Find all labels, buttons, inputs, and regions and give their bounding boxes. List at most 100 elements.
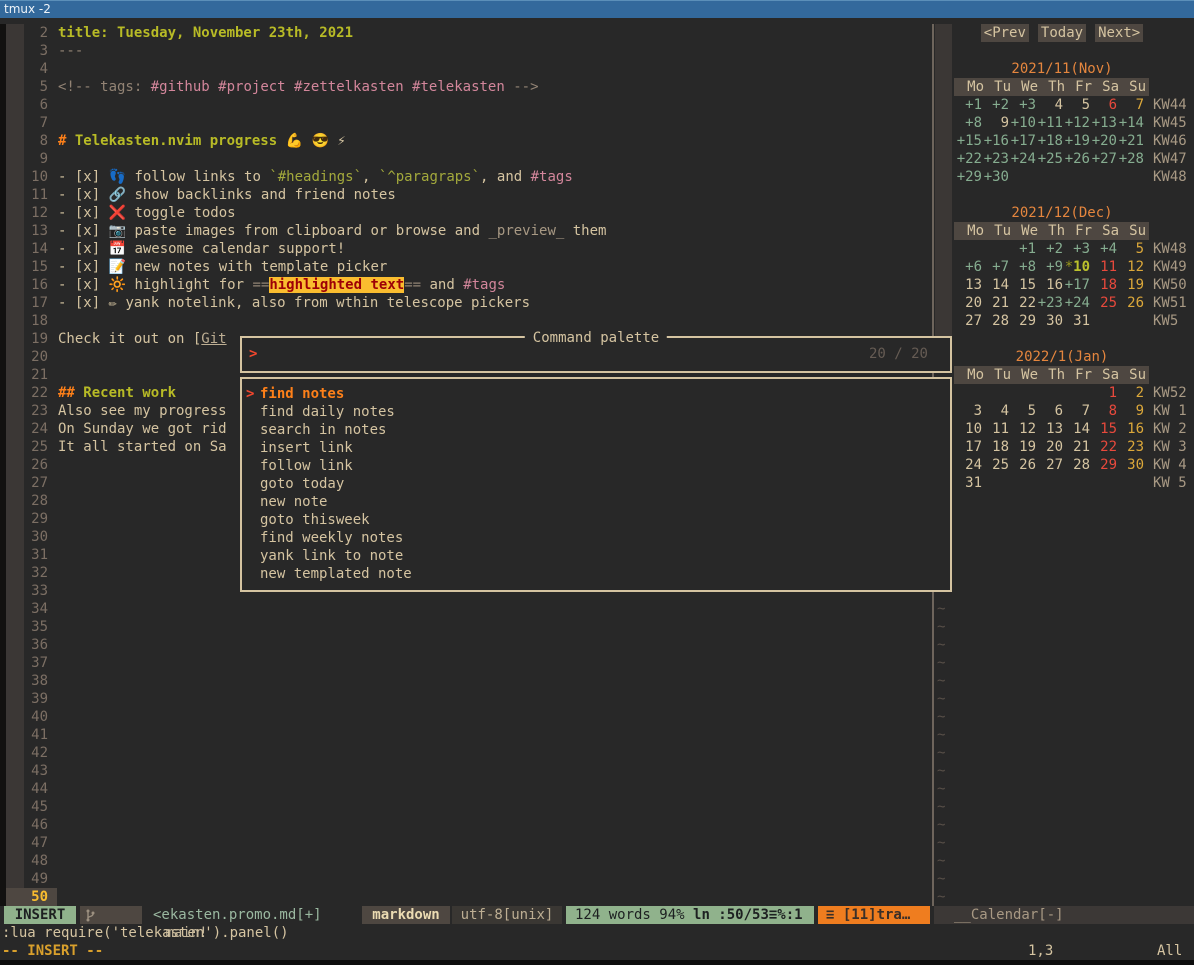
calendar-day[interactable]: 31 bbox=[1063, 312, 1090, 330]
editor-line[interactable]: 19Check it out on [Git bbox=[0, 330, 227, 348]
editor-line[interactable]: 3--- bbox=[0, 42, 83, 60]
calendar-day[interactable]: +23 bbox=[982, 150, 1009, 168]
editor-line[interactable]: 33 bbox=[0, 582, 58, 600]
palette-item[interactable]: >find notes bbox=[242, 385, 950, 403]
editor-line[interactable]: 17- [x] ✏ yank notelink, also from wthin… bbox=[0, 294, 530, 312]
calendar-day[interactable]: 15 bbox=[1090, 420, 1117, 438]
calendar-day[interactable]: 7 bbox=[1063, 402, 1090, 420]
calendar-day[interactable]: 30 bbox=[1036, 312, 1063, 330]
editor-line[interactable]: 39 bbox=[0, 690, 58, 708]
calendar-day[interactable]: +14 bbox=[1117, 114, 1144, 132]
palette-item[interactable]: new templated note bbox=[242, 565, 950, 583]
calendar-day[interactable]: 10 bbox=[955, 420, 982, 438]
calendar-day[interactable]: +15 bbox=[955, 132, 982, 150]
calendar-day[interactable]: 27 bbox=[1036, 456, 1063, 474]
calendar-day[interactable]: +18 bbox=[1036, 132, 1063, 150]
calendar-day[interactable]: 6 bbox=[1036, 402, 1063, 420]
editor-line[interactable]: 26 bbox=[0, 456, 58, 474]
calendar-day[interactable]: 29 bbox=[1090, 456, 1117, 474]
editor-line[interactable]: 6 bbox=[0, 96, 58, 114]
editor-line[interactable]: 34 bbox=[0, 600, 58, 618]
calendar-day[interactable]: 23 bbox=[1117, 438, 1144, 456]
calendar-day[interactable]: 6 bbox=[1090, 96, 1117, 114]
editor-line[interactable]: 18 bbox=[0, 312, 58, 330]
calendar-day[interactable]: 25 bbox=[982, 456, 1009, 474]
calendar-day[interactable]: +17 bbox=[1063, 276, 1090, 294]
palette-item[interactable]: goto thisweek bbox=[242, 511, 950, 529]
command-palette-results[interactable]: >find notesfind daily notessearch in not… bbox=[240, 377, 952, 592]
editor-line[interactable]: 50 bbox=[0, 888, 58, 906]
editor-line[interactable]: 10- [x] 👣 follow links to `#headings`, `… bbox=[0, 168, 573, 186]
editor-line[interactable]: 42 bbox=[0, 744, 58, 762]
palette-item[interactable]: yank link to note bbox=[242, 547, 950, 565]
editor-line[interactable]: 22## Recent work bbox=[0, 384, 176, 402]
calendar-day[interactable]: +22 bbox=[955, 150, 982, 168]
calendar-day[interactable]: 30 bbox=[1117, 456, 1144, 474]
editor-line[interactable]: 7 bbox=[0, 114, 58, 132]
calendar-day[interactable]: 9 bbox=[1117, 402, 1144, 420]
calendar-day[interactable]: 22 bbox=[1009, 294, 1036, 312]
calendar-day[interactable]: 5 bbox=[1009, 402, 1036, 420]
calendar-day[interactable]: 24 bbox=[955, 456, 982, 474]
editor-line[interactable]: 23Also see my progress bbox=[0, 402, 227, 420]
palette-item[interactable]: find weekly notes bbox=[242, 529, 950, 547]
calendar-day[interactable]: +2 bbox=[982, 96, 1009, 114]
calendar-day[interactable]: +4 bbox=[1090, 240, 1117, 258]
calendar-day[interactable]: +20 bbox=[1090, 132, 1117, 150]
calendar-day[interactable]: +26 bbox=[1063, 150, 1090, 168]
palette-item[interactable]: new note bbox=[242, 493, 950, 511]
editor-line[interactable]: 11- [x] 🔗 show backlinks and friend note… bbox=[0, 186, 396, 204]
calendar-day[interactable]: +8 bbox=[955, 114, 982, 132]
calendar-day[interactable]: 28 bbox=[982, 312, 1009, 330]
calendar-day[interactable]: 17 bbox=[955, 438, 982, 456]
editor-line[interactable]: 25It all started on Sa bbox=[0, 438, 227, 456]
editor-line[interactable]: 48 bbox=[0, 852, 58, 870]
editor-line[interactable]: 29 bbox=[0, 510, 58, 528]
palette-item[interactable]: insert link bbox=[242, 439, 950, 457]
calendar-prev-button[interactable]: <Prev bbox=[981, 24, 1029, 42]
editor-line[interactable]: 32 bbox=[0, 564, 58, 582]
calendar-day[interactable]: 26 bbox=[1009, 456, 1036, 474]
calendar-day[interactable]: +21 bbox=[1117, 132, 1144, 150]
editor-line[interactable]: 44 bbox=[0, 780, 58, 798]
palette-item[interactable]: find daily notes bbox=[242, 403, 950, 421]
calendar-day[interactable]: 21 bbox=[982, 294, 1009, 312]
editor-line[interactable]: 28 bbox=[0, 492, 58, 510]
calendar-day[interactable]: 29 bbox=[1009, 312, 1036, 330]
editor-line[interactable]: 46 bbox=[0, 816, 58, 834]
editor-line[interactable]: 15- [x] 📝 new notes with template picker bbox=[0, 258, 387, 276]
editor-line[interactable]: 41 bbox=[0, 726, 58, 744]
calendar-day[interactable]: +3 bbox=[1063, 240, 1090, 258]
calendar-day[interactable]: 12 bbox=[1117, 258, 1144, 276]
editor-line[interactable]: 43 bbox=[0, 762, 58, 780]
editor-line[interactable]: 13- [x] 📷 paste images from clipboard or… bbox=[0, 222, 606, 240]
editor-line[interactable]: 49 bbox=[0, 870, 58, 888]
calendar-day[interactable]: 26 bbox=[1117, 294, 1144, 312]
calendar-day[interactable]: +27 bbox=[1090, 150, 1117, 168]
calendar-day[interactable]: 28 bbox=[1063, 456, 1090, 474]
calendar-day[interactable]: +13 bbox=[1090, 114, 1117, 132]
calendar-day[interactable]: 25 bbox=[1090, 294, 1117, 312]
calendar-day[interactable]: 12 bbox=[1009, 420, 1036, 438]
editor-line[interactable]: 16- [x] 🔆 highlight for ==highlighted te… bbox=[0, 276, 505, 294]
calendar-day[interactable]: 4 bbox=[982, 402, 1009, 420]
calendar-day[interactable]: +10 bbox=[1009, 114, 1036, 132]
calendar-day[interactable]: +12 bbox=[1063, 114, 1090, 132]
calendar-day[interactable]: 19 bbox=[1117, 276, 1144, 294]
editor-line[interactable]: 2title: Tuesday, November 23th, 2021 bbox=[0, 24, 353, 42]
calendar-day[interactable]: 4 bbox=[1036, 96, 1063, 114]
calendar-day[interactable]: +16 bbox=[982, 132, 1009, 150]
editor-line[interactable]: 21 bbox=[0, 366, 58, 384]
calendar-day[interactable]: 16 bbox=[1117, 420, 1144, 438]
calendar-day[interactable]: +24 bbox=[1063, 294, 1090, 312]
editor-line[interactable]: 38 bbox=[0, 672, 58, 690]
editor-line[interactable]: 14- [x] 📅 awesome calendar support! bbox=[0, 240, 345, 258]
calendar-day[interactable]: 14 bbox=[1063, 420, 1090, 438]
calendar-today-button[interactable]: Today bbox=[1038, 24, 1086, 42]
editor-line[interactable]: 35 bbox=[0, 618, 58, 636]
calendar-day[interactable]: 18 bbox=[1090, 276, 1117, 294]
calendar-day[interactable]: 19 bbox=[1009, 438, 1036, 456]
calendar-day[interactable]: 18 bbox=[982, 438, 1009, 456]
calendar-day[interactable]: 14 bbox=[982, 276, 1009, 294]
calendar-day[interactable]: 22 bbox=[1090, 438, 1117, 456]
